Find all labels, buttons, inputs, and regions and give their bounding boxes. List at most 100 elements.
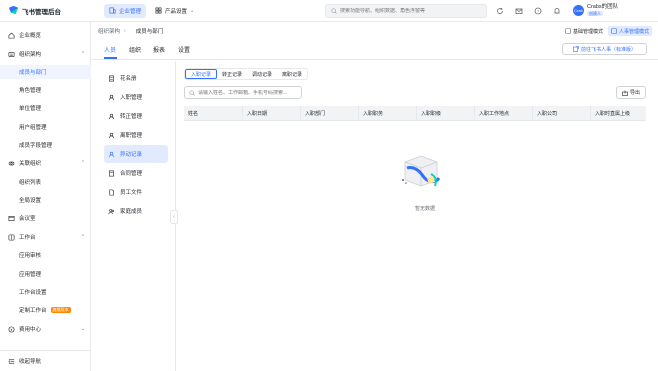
empty-state (397, 150, 447, 198)
hr-mode-label: 人事管理模式 (619, 28, 650, 35)
grid-icon (155, 7, 162, 14)
empty-box-icon (402, 155, 441, 187)
menu-item-confirmation[interactable]: 转正管理 (104, 107, 168, 125)
sidebar-item-label: 工作台设置 (19, 290, 47, 296)
app-logo[interactable]: 飞书管理后台 (8, 5, 90, 16)
sidebar-item-custom-workspace[interactable]: 定制工作台 旗舰版本 (0, 303, 91, 317)
sidebar-item-member-fields[interactable]: 成员字段管理 (0, 138, 91, 152)
menu-item-family-members[interactable]: 家庭成员 (104, 202, 168, 220)
tab-offboard-records[interactable]: 离职记录 (277, 69, 307, 79)
sidebar-item-label: 成员与部门 (19, 70, 47, 76)
sidebar-item-members-departments[interactable]: 成员与部门 (0, 65, 91, 79)
sidebar-item-global-settings[interactable]: 全局设置 (0, 193, 91, 207)
sidebar-item-label: 应用审核 (19, 253, 42, 259)
tab-settings[interactable]: 设置 (178, 45, 190, 54)
tab-transfer-records[interactable]: 调动记录 (247, 69, 277, 79)
menu-item-label: 异动记录 (120, 152, 143, 158)
sidebar-item-label: 企业概览 (19, 33, 42, 39)
sidebar-item-unit-management[interactable]: 单位管理 (0, 101, 91, 115)
collapse-nav-label: 收起导航 (19, 359, 42, 365)
sidebar-item-label: 用户组管理 (19, 125, 47, 131)
export-icon (622, 90, 628, 96)
menu-item-roster[interactable]: 花名册 (104, 69, 168, 87)
sidebar-item-overview[interactable]: 企业概览 (0, 28, 91, 42)
tab-confirm-records[interactable]: 转正记录 (217, 69, 247, 79)
sidebar-item-org[interactable]: 组织架构 ⌃ (0, 47, 91, 61)
breadcrumb-separator-icon: › (124, 28, 126, 34)
column-header[interactable]: 入职时直属上级 (590, 106, 646, 121)
records-search-input[interactable] (198, 89, 298, 96)
top-icon-group: ? (495, 6, 571, 15)
bell-icon[interactable] (552, 6, 561, 15)
sidebar-item-workspace[interactable]: 工作台 ⌃ (0, 230, 91, 244)
change-icon (109, 151, 114, 157)
records-search[interactable] (184, 86, 302, 99)
go-feishu-hr-button[interactable]: 前往飞书人事（标准版） (562, 43, 647, 55)
menu-item-label: 入职管理 (120, 95, 143, 101)
sidebar-item-role-management[interactable]: 角色管理 (0, 83, 91, 97)
sidebar-item-meeting-room[interactable]: 会议室 (0, 211, 91, 225)
menu-item-change-records[interactable]: 异动记录 (104, 145, 168, 163)
fee-icon: ¥ (8, 326, 15, 333)
sidebar-item-label: 角色管理 (19, 88, 42, 94)
empty-state-text: 暂无数据 (414, 206, 435, 212)
column-header[interactable]: 姓名 (184, 106, 242, 121)
breadcrumb: 组织架构 › 成员与部门 基础管理模式 人事管理模式 (92, 22, 658, 40)
menu-item-contracts[interactable]: 合同管理 (104, 164, 168, 182)
active-tab-indicator (104, 57, 117, 59)
menu-item-employee-files[interactable]: 员工文件 (104, 183, 168, 201)
sidebar-item-fee-center[interactable]: ¥ 费用中心 ⌄ (0, 322, 91, 336)
menu-item-label: 花名册 (120, 76, 137, 82)
user-role-badge: 创建人 (587, 11, 603, 16)
contract-icon (109, 170, 114, 176)
mail-icon[interactable] (514, 6, 523, 15)
sidebar-item-app-review[interactable]: 应用审核 (0, 248, 91, 262)
onboard-icon (109, 94, 114, 100)
column-header[interactable]: 入职职级 (416, 106, 474, 121)
column-header[interactable]: 入职部门 (300, 106, 358, 121)
sidebar-item-org-list[interactable]: 组织列表 (0, 175, 91, 189)
menu-item-label: 家庭成员 (120, 209, 143, 215)
global-search[interactable] (325, 4, 487, 18)
export-button[interactable]: 导出 (616, 86, 646, 99)
tab-onboard-records[interactable]: 入职记录 (185, 69, 218, 79)
help-icon[interactable]: ? (533, 6, 542, 15)
sidebar-item-label: 会议室 (19, 216, 36, 222)
meeting-icon (8, 215, 15, 222)
collapse-nav-button[interactable]: 收起导航 (0, 350, 91, 371)
tab-personnel[interactable]: 人员 (104, 45, 116, 54)
nav-enterprise-management[interactable]: 企业管理 (104, 3, 147, 18)
column-header[interactable]: 入职职务 (358, 106, 416, 121)
column-header[interactable]: 入职日期 (242, 106, 300, 121)
sidebar-item-workspace-settings[interactable]: 工作台设置 (0, 285, 91, 299)
sidebar-item-linked-org[interactable]: 关联组织 ⌃ (0, 156, 91, 170)
global-search-input[interactable] (340, 8, 480, 14)
chevron-left-icon: ‹ (173, 214, 175, 220)
menu-item-offboarding[interactable]: 离职管理 (104, 126, 168, 144)
left-sidebar: 企业概览 组织架构 ⌃ 成员与部门 角色管理 单位管理 用户组管理 成员字段管理… (0, 22, 91, 371)
chevron-up-icon: ⌃ (80, 51, 85, 57)
column-header[interactable]: 入职工作地点 (474, 106, 532, 121)
app-name: 飞书管理后台 (22, 8, 61, 16)
breadcrumb-item[interactable]: 组织架构 (98, 27, 120, 35)
tab-reports[interactable]: 报表 (153, 45, 165, 54)
feishu-logo-icon (8, 5, 19, 15)
column-header[interactable]: 入职公司 (532, 106, 590, 121)
nav-product-settings[interactable]: 产品设置 ⌄ (150, 4, 199, 18)
refresh-icon[interactable] (495, 6, 504, 15)
roster-icon (109, 75, 114, 81)
menu-item-onboarding[interactable]: 入职管理 (104, 88, 168, 106)
mode-icon (611, 28, 617, 34)
menu-item-label: 离职管理 (120, 133, 143, 139)
basic-mode-button[interactable]: 基础管理模式 (562, 26, 606, 36)
collapse-menu-handle[interactable]: ‹ (170, 210, 178, 224)
user-menu[interactable]: Crab Crabs的团队 创建人 (573, 4, 618, 17)
svg-text:?: ? (536, 8, 539, 13)
table-header: 姓名 入职日期 入职部门 入职职务 入职职级 入职工作地点 入职公司 入职时直属… (184, 106, 646, 121)
hr-mode-button[interactable]: 人事管理模式 (608, 26, 653, 36)
tab-organization[interactable]: 组织 (129, 45, 141, 54)
sidebar-item-label: 工作台 (19, 235, 36, 241)
external-link-icon (573, 46, 579, 52)
sidebar-item-user-group[interactable]: 用户组管理 (0, 120, 91, 134)
sidebar-item-app-management[interactable]: 应用管理 (0, 267, 91, 281)
